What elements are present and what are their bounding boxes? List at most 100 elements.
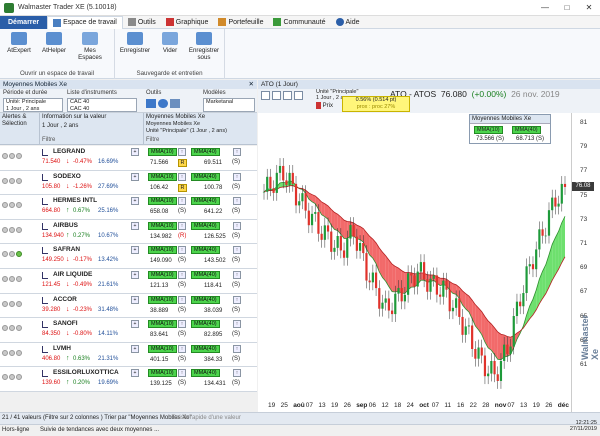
athelper-button[interactable]: AtHelper [40, 32, 68, 54]
expand-icon[interactable]: + [131, 271, 139, 279]
panel-close-icon[interactable]: ✕ [249, 80, 254, 89]
save-as-button[interactable]: Enregistrer sous [187, 32, 221, 61]
stock-name[interactable]: SAFRAN [53, 246, 80, 253]
table-row[interactable]: SODEXO 105.80 ↓ -1.26% 27.69% + MMA(10) ↑ MMA(40… [0, 170, 257, 196]
alert-icon[interactable] [2, 202, 8, 209]
alert-icon[interactable] [2, 276, 8, 282]
arrow-icon[interactable]: ↑ [233, 369, 241, 378]
alert-icon[interactable] [16, 325, 22, 332]
arrow-icon[interactable]: ↑ [178, 271, 186, 279]
instrument-list-selector[interactable]: CAC 40 CAC 40 [67, 98, 137, 112]
table-row[interactable]: SAFRAN 149.250 ↓ -0.17% 13.42% + MMA(10) ↑ MMA(4… [0, 244, 257, 269]
chart-link-icon[interactable] [42, 370, 48, 378]
alert-icon[interactable] [16, 153, 22, 159]
tab-help[interactable]: Aide [331, 16, 365, 29]
close-icon[interactable]: ✕ [578, 0, 600, 16]
arrow-icon[interactable]: ↑ [233, 221, 241, 230]
alert-icon[interactable] [16, 300, 22, 307]
arrow-icon[interactable]: ↑ [233, 172, 241, 181]
alert-icon[interactable] [9, 325, 15, 332]
stock-name[interactable]: AIR LIQUIDE [53, 271, 92, 278]
chart-link-icon[interactable] [42, 272, 48, 279]
alert-icon[interactable] [9, 177, 15, 184]
alert-icon[interactable] [16, 251, 22, 258]
maximize-icon[interactable]: □ [556, 0, 578, 16]
zoom-icon[interactable] [261, 91, 270, 100]
col-mm[interactable]: Moyennes Mobiles Xe Moyennes Mobiles Xe … [144, 113, 257, 145]
mm-filter[interactable]: Filtre [146, 137, 159, 144]
minimize-icon[interactable]: — [534, 0, 556, 16]
chart-link-icon[interactable] [42, 247, 48, 255]
indicator-legend[interactable]: Moyennes Mobiles Xe MMA(10) MMA(40) 73.5… [469, 114, 551, 144]
alert-icon[interactable] [2, 349, 8, 356]
table-row[interactable]: ACCOR 39.280 ↓ -0.23% 31.48% + MMA(10) ↑ MMA(40)… [0, 293, 257, 319]
my-spaces-button[interactable]: Mes Espaces [76, 32, 104, 61]
arrow-icon[interactable]: ↑ [178, 221, 186, 230]
price-toggle[interactable]: Prix [316, 102, 333, 109]
alert-icon[interactable] [2, 374, 8, 381]
chart-link-icon[interactable] [42, 222, 48, 230]
arrow-icon[interactable]: ↑ [233, 271, 241, 279]
arrow-icon[interactable]: ↑ [233, 344, 241, 353]
chart-link-icon[interactable] [42, 149, 48, 156]
tab-workspace[interactable]: Espace de travail [47, 15, 123, 29]
alert-icon[interactable] [9, 349, 15, 356]
arrow-icon[interactable]: ↑ [178, 369, 186, 378]
col-info[interactable]: Information sur la valeur 1 Jour , 2 ans… [40, 113, 144, 145]
chart-link-icon[interactable] [42, 198, 48, 206]
table-row[interactable]: AIRBUS 134.940 ↑ 0.27% 10.67% + MMA(10) ↑ MMA(40… [0, 219, 257, 245]
alert-icon[interactable] [9, 153, 15, 159]
tab-tools[interactable]: Outils [123, 16, 161, 29]
arrow-icon[interactable]: ↑ [178, 172, 186, 181]
alert-icon[interactable] [16, 349, 22, 356]
alert-icon[interactable] [16, 202, 22, 209]
period-selector[interactable]: Unité: Principale 1 Jour , 2 ans [3, 98, 63, 112]
stock-name[interactable]: LEGRAND [53, 148, 85, 155]
alert-icon[interactable] [2, 153, 8, 159]
arrow-icon[interactable]: ↑ [233, 320, 241, 329]
alert-icon[interactable] [9, 276, 15, 282]
arrow-icon[interactable]: ↑ [233, 197, 241, 206]
expand-icon[interactable]: + [131, 246, 139, 255]
indicator-icon[interactable] [294, 91, 303, 100]
alert-icon[interactable] [16, 177, 22, 184]
draw-icon[interactable] [283, 91, 292, 100]
alert-icon[interactable] [16, 276, 22, 282]
table-row[interactable]: LEGRAND 71.540 ↓ -0.47% 16.69% + MMA(10) ↑ MMA(4… [0, 146, 257, 171]
filter-icon[interactable] [146, 99, 156, 108]
expand-icon[interactable]: + [131, 369, 139, 378]
alert-icon[interactable] [9, 226, 15, 233]
table-row[interactable]: ESSILORLUXOTTICA 139.60 ↑ 0.20% 19.69% + MMA(1… [0, 367, 257, 392]
alert-icon[interactable] [16, 374, 22, 381]
atexpert-button[interactable]: AtExpert [5, 32, 33, 54]
expand-icon[interactable]: + [131, 221, 139, 230]
alert-icon[interactable] [9, 300, 15, 307]
quick-search[interactable]: Saisie rapide d'une valeur [172, 413, 241, 424]
col-alerts[interactable]: Alertes & Sélection [0, 113, 40, 145]
tab-community[interactable]: Communauté [268, 16, 330, 29]
arrow-icon[interactable]: ↑ [178, 320, 186, 329]
expand-icon[interactable]: + [131, 320, 139, 329]
price-axis[interactable]: 81 79 77 75 73 71 69 67 65 63 61 [571, 113, 600, 412]
clear-button[interactable]: Vider [157, 32, 183, 54]
chart-link-icon[interactable] [42, 173, 48, 181]
settings-icon[interactable] [158, 99, 168, 108]
expand-icon[interactable]: + [131, 197, 139, 206]
expand-icon[interactable]: + [131, 172, 139, 181]
arrow-icon[interactable]: ↑ [178, 246, 186, 255]
date-axis[interactable]: 19 25 aoû 07 13 19 26 sep 06 12 18 24 oct 07 11 16 22 28 n… [258, 402, 600, 412]
arrow-icon[interactable]: ↑ [233, 148, 241, 156]
models-selector[interactable]: Marketanal [203, 98, 255, 112]
stock-name[interactable]: HERMES INTL [53, 197, 97, 204]
stock-name[interactable]: ACCOR [53, 296, 77, 303]
alert-icon[interactable] [2, 325, 8, 332]
stock-name[interactable]: SODEXO [53, 173, 81, 180]
table-row[interactable]: HERMES INTL 664.80 ↑ 0.67% 25.16% + MMA(10) ↑ MM… [0, 195, 257, 220]
list-icon[interactable] [170, 99, 180, 108]
alert-icon[interactable] [9, 202, 15, 209]
stock-name[interactable]: LVMH [53, 345, 71, 352]
arrow-icon[interactable]: ↑ [178, 197, 186, 206]
start-button[interactable]: Démarrer [0, 15, 48, 29]
arrow-icon[interactable]: ↑ [233, 295, 241, 304]
price-chart[interactable] [258, 113, 600, 412]
